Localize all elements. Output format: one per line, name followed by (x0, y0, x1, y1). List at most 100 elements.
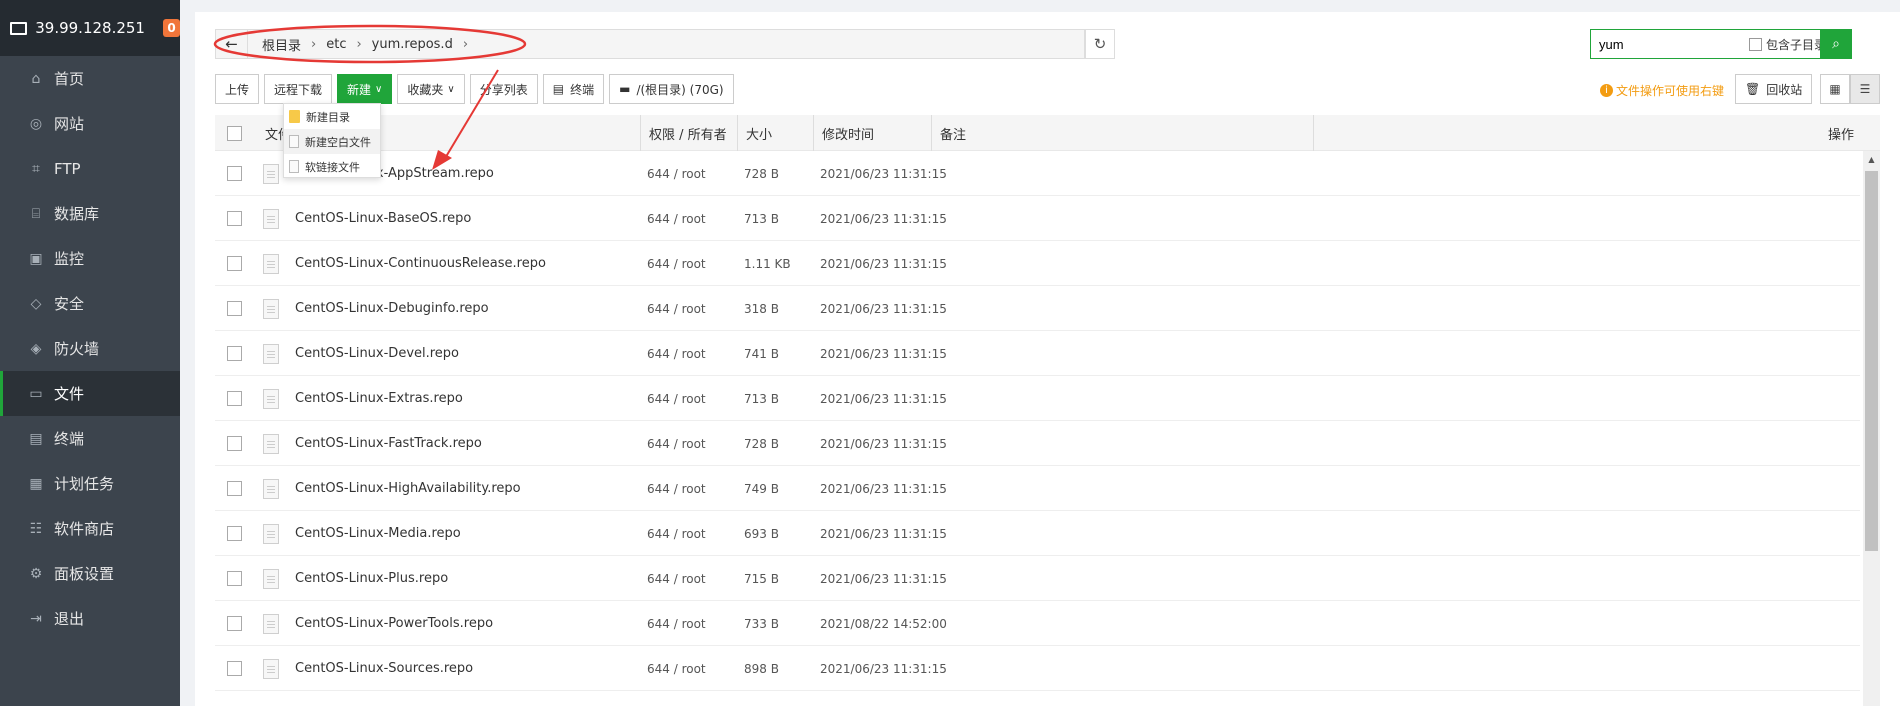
file-name[interactable]: CentOS-Linux-FastTrack.repo (295, 421, 482, 466)
row-checkbox[interactable] (227, 661, 242, 676)
sidebar-item-label: 数据库 (54, 205, 100, 223)
file-permission[interactable]: 644 / root (647, 331, 706, 376)
new-blank-file-item[interactable]: 新建空白文件 (284, 129, 380, 154)
upload-button[interactable]: 上传 (215, 74, 260, 104)
subdir-checkbox[interactable] (1749, 37, 1762, 51)
table-row[interactable]: CentOS-Linux-Media.repo 644 / root 693 B 20… (215, 511, 1860, 556)
row-checkbox[interactable] (227, 436, 242, 451)
scrollbar[interactable]: ▲ (1863, 151, 1880, 706)
row-checkbox[interactable] (227, 391, 242, 406)
new-button[interactable]: 新建 ∨ (337, 74, 393, 104)
file-name[interactable]: CentOS-Linux-PowerTools.repo (295, 601, 493, 646)
scroll-thumb[interactable] (1865, 171, 1878, 551)
row-checkbox[interactable] (227, 256, 242, 271)
file-size: 713 B (744, 391, 779, 406)
crumb-root[interactable]: 根目录 (262, 35, 301, 54)
file-name[interactable]: CentOS-Linux-Extras.repo (295, 376, 463, 421)
sidebar-item-8[interactable]: ▤ 终端 (0, 416, 180, 461)
sidebar-item-7[interactable]: ▭ 文件 (0, 371, 180, 416)
sidebar-item-6[interactable]: ◈ 防火墙 (0, 326, 180, 371)
search-icon[interactable]: ⌕ (1820, 29, 1852, 59)
row-checkbox[interactable] (227, 166, 242, 181)
sidebar-item-label: 首页 (54, 70, 85, 88)
header-permission[interactable]: 权限 / 所有者 (640, 115, 727, 151)
header-mtime[interactable]: 修改时间 (813, 115, 874, 151)
table-row[interactable]: CentOS-Linux-AppStream.repo 644 / root 728… (215, 151, 1860, 196)
file-permission[interactable]: 644 / root (647, 466, 706, 511)
path-bar[interactable]: ← 根目录 › etc › yum.repos.d › (215, 29, 1085, 59)
scroll-up-icon[interactable]: ▲ (1863, 151, 1880, 168)
file-mtime: 2021/06/23 11:31:15 (820, 391, 947, 406)
firewall-icon: ◈ (30, 340, 42, 357)
file-permission[interactable]: 644 / root (647, 286, 706, 331)
file-name[interactable]: CentOS-Linux-HighAvailability.repo (295, 466, 521, 511)
file-permission[interactable]: 644 / root (647, 646, 706, 691)
select-all-checkbox[interactable] (227, 125, 242, 141)
new-folder-item[interactable]: 新建目录 (284, 104, 380, 129)
file-name[interactable]: CentOS-Linux-Sources.repo (295, 646, 473, 691)
row-checkbox[interactable] (227, 346, 242, 361)
disk-button[interactable]: ▬ /(根目录) (70G) (609, 74, 734, 104)
sidebar-item-3[interactable]: ⌸ 数据库 (0, 191, 180, 236)
search-input[interactable] (1591, 30, 1741, 58)
sidebar-item-0[interactable]: ⌂ 首页 (0, 56, 180, 101)
table-row[interactable]: CentOS-Linux-HighAvailability.repo 644 / … (215, 466, 1860, 511)
file-name[interactable]: CentOS-Linux-Plus.repo (295, 556, 448, 601)
file-name[interactable]: CentOS-Linux-ContinuousRelease.repo (295, 241, 546, 286)
row-checkbox[interactable] (227, 616, 242, 631)
sidebar-item-4[interactable]: ▣ 监控 (0, 236, 180, 281)
file-permission[interactable]: 644 / root (647, 151, 706, 196)
table-row[interactable]: CentOS-Linux-Extras.repo 644 / root 713 B 2… (215, 376, 1860, 421)
ftp-icon: ⌗ (32, 160, 40, 177)
file-permission[interactable]: 644 / root (647, 376, 706, 421)
sidebar-item-10[interactable]: ☷ 软件商店 (0, 506, 180, 551)
file-permission[interactable]: 644 / root (647, 196, 706, 241)
table-row[interactable]: CentOS-Linux-FastTrack.repo 644 / root 728… (215, 421, 1860, 466)
file-name[interactable]: CentOS-Linux-Devel.repo (295, 331, 459, 376)
recycle-bin-button[interactable]: 🗑 回收站 (1735, 74, 1813, 104)
crumb-yum-repos[interactable]: yum.repos.d (372, 37, 453, 52)
sidebar-item-1[interactable]: ◎ 网站 (0, 101, 180, 146)
refresh-icon[interactable]: ↻ (1085, 29, 1115, 59)
row-checkbox[interactable] (227, 526, 242, 541)
sidebar-item-5[interactable]: ◇ 安全 (0, 281, 180, 326)
sidebar-item-9[interactable]: ▦ 计划任务 (0, 461, 180, 506)
sidebar-item-12[interactable]: ⇥ 退出 (0, 596, 180, 641)
file-permission[interactable]: 644 / root (647, 556, 706, 601)
sidebar-item-label: 网站 (54, 115, 85, 133)
file-name[interactable]: CentOS-Linux-BaseOS.repo (295, 196, 471, 241)
row-checkbox[interactable] (227, 481, 242, 496)
table-row[interactable]: CentOS-Linux-BaseOS.repo 644 / root 713 B 2… (215, 196, 1860, 241)
grid-view-icon[interactable]: ▦ (1820, 74, 1850, 104)
file-name[interactable]: CentOS-Linux-Media.repo (295, 511, 461, 556)
terminal-button[interactable]: ▤ 终端 (542, 74, 605, 104)
row-checkbox[interactable] (227, 301, 242, 316)
file-permission[interactable]: 644 / root (647, 601, 706, 646)
table-row[interactable]: CentOS-Linux-ContinuousRelease.repo 644 /… (215, 241, 1860, 286)
file-size: 749 B (744, 481, 779, 496)
crumb-etc[interactable]: etc (326, 37, 346, 52)
table-row[interactable]: CentOS-Linux-PowerTools.repo 644 / root 73… (215, 601, 1860, 646)
include-subdir[interactable]: 包含子目录 (1749, 36, 1826, 53)
share-list-button[interactable]: 分享列表 (469, 74, 538, 104)
table-row[interactable]: CentOS-Linux-Plus.repo 644 / root 715 B 202… (215, 556, 1860, 601)
sidebar-item-2[interactable]: ⌗ FTP (0, 146, 180, 191)
header-size[interactable]: 大小 (737, 115, 772, 151)
favorites-button[interactable]: 收藏夹 ∨ (397, 74, 465, 104)
remote-download-button[interactable]: 远程下载 (264, 74, 333, 104)
row-checkbox[interactable] (227, 211, 242, 226)
table-row[interactable]: CentOS-Linux-Devel.repo 644 / root 741 B 20… (215, 331, 1860, 376)
file-permission[interactable]: 644 / root (647, 511, 706, 556)
subdir-label: 包含子目录 (1766, 37, 1827, 52)
file-name[interactable]: CentOS-Linux-Debuginfo.repo (295, 286, 489, 331)
back-arrow-icon[interactable]: ← (216, 30, 248, 58)
table-row[interactable]: CentOS-Linux-Debuginfo.repo 644 / root 318… (215, 286, 1860, 331)
row-checkbox[interactable] (227, 571, 242, 586)
notification-badge[interactable]: 0 (162, 19, 180, 37)
file-permission[interactable]: 644 / root (647, 241, 706, 286)
list-view-icon[interactable]: ☰ (1850, 74, 1880, 104)
symlink-file-item[interactable]: 软链接文件 (284, 154, 380, 179)
table-row[interactable]: CentOS-Linux-Sources.repo 644 / root 898 B… (215, 646, 1860, 691)
file-permission[interactable]: 644 / root (647, 421, 706, 466)
sidebar-item-11[interactable]: ⚙ 面板设置 (0, 551, 180, 596)
